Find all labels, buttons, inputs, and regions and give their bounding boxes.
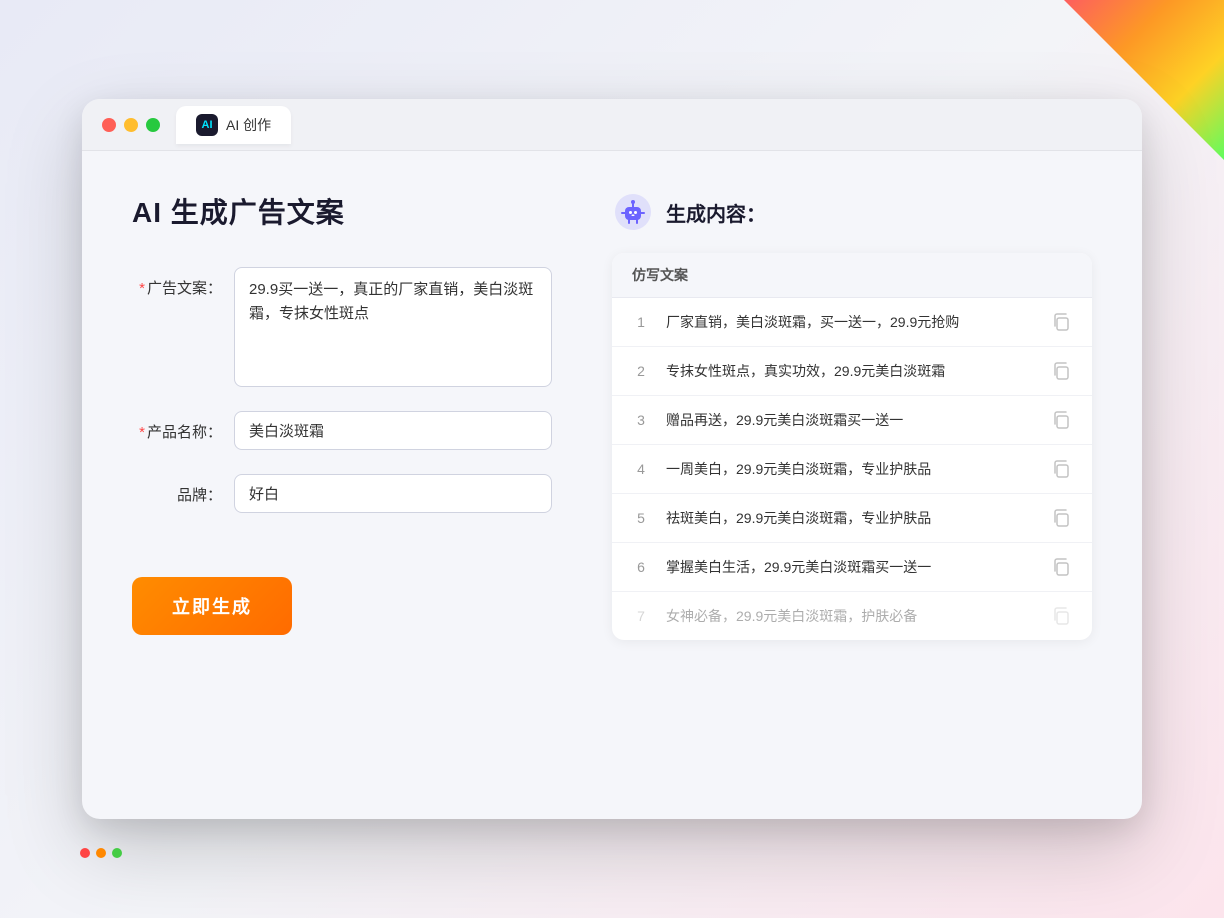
copy-icon[interactable] (1050, 556, 1072, 578)
row-text: 女神必备，29.9元美白淡斑霜，护肤必备 (666, 606, 1034, 627)
ad-copy-textarea[interactable] (234, 267, 552, 387)
result-row[interactable]: 4 一周美白，29.9元美白淡斑霜，专业护肤品 (612, 445, 1092, 494)
tab-label: AI 创作 (226, 115, 271, 135)
result-rows-container: 1 厂家直销，美白淡斑霜，买一送一，29.9元抢购 2 专抹女性斑点，真实功效，29… (612, 298, 1092, 640)
browser-window: AI AI 创作 AI 生成广告文案 *广告文案： *产品名称： (82, 99, 1142, 819)
required-star-2: * (139, 424, 145, 441)
product-name-label: *产品名称： (132, 411, 222, 442)
result-row[interactable]: 1 厂家直销，美白淡斑霜，买一送一，29.9元抢购 (612, 298, 1092, 347)
row-text: 厂家直销，美白淡斑霜，买一送一，29.9元抢购 (666, 312, 1034, 333)
copy-icon[interactable] (1050, 360, 1072, 382)
row-text: 专抹女性斑点，真实功效，29.9元美白淡斑霜 (666, 361, 1034, 382)
product-name-input[interactable] (234, 411, 552, 450)
row-text: 祛斑美白，29.9元美白淡斑霜，专业护肤品 (666, 508, 1034, 529)
result-title: 生成内容： (666, 198, 766, 227)
brand-input[interactable] (234, 474, 552, 513)
dot-red (80, 848, 90, 858)
product-name-group: *产品名称： (132, 411, 552, 450)
row-number: 5 (632, 510, 650, 526)
ad-copy-group: *广告文案： (132, 267, 552, 387)
maximize-button[interactable] (146, 118, 160, 132)
result-row[interactable]: 3 赠品再送，29.9元美白淡斑霜买一送一 (612, 396, 1092, 445)
result-table: 仿写文案 1 厂家直销，美白淡斑霜，买一送一，29.9元抢购 2 专抹女性斑点，真实… (612, 253, 1092, 640)
copy-icon[interactable] (1050, 311, 1072, 333)
row-number: 7 (632, 608, 650, 624)
row-text: 掌握美白生活，29.9元美白淡斑霜买一送一 (666, 557, 1034, 578)
result-row[interactable]: 2 专抹女性斑点，真实功效，29.9元美白淡斑霜 (612, 347, 1092, 396)
row-text: 一周美白，29.9元美白淡斑霜，专业护肤品 (666, 459, 1034, 480)
brand-group: 品牌： (132, 474, 552, 513)
ai-tab-icon: AI (196, 114, 218, 136)
result-row[interactable]: 5 祛斑美白，29.9元美白淡斑霜，专业护肤品 (612, 494, 1092, 543)
corner-decoration-bl (80, 848, 122, 858)
left-panel: AI 生成广告文案 *广告文案： *产品名称： 品牌： 立 (132, 191, 552, 761)
right-panel: 生成内容： 仿写文案 1 厂家直销，美白淡斑霜，买一送一，29.9元抢购 2 专抹女… (612, 191, 1092, 761)
generate-button[interactable]: 立即生成 (132, 577, 292, 635)
result-row[interactable]: 6 掌握美白生活，29.9元美白淡斑霜买一送一 (612, 543, 1092, 592)
row-number: 1 (632, 314, 650, 330)
window-controls (102, 118, 160, 132)
result-header: 生成内容： (612, 191, 1092, 233)
required-star-1: * (139, 280, 145, 297)
row-number: 4 (632, 461, 650, 477)
robot-icon (612, 191, 654, 233)
copy-icon[interactable] (1050, 507, 1072, 529)
ad-copy-label: *广告文案： (132, 267, 222, 298)
row-number: 2 (632, 363, 650, 379)
row-number: 6 (632, 559, 650, 575)
close-button[interactable] (102, 118, 116, 132)
row-number: 3 (632, 412, 650, 428)
row-text: 赠品再送，29.9元美白淡斑霜买一送一 (666, 410, 1034, 431)
copy-icon[interactable] (1050, 409, 1072, 431)
minimize-button[interactable] (124, 118, 138, 132)
copy-icon[interactable] (1050, 458, 1072, 480)
main-content: AI 生成广告文案 *广告文案： *产品名称： 品牌： 立 (82, 151, 1142, 801)
dot-green (112, 848, 122, 858)
page-title: AI 生成广告文案 (132, 191, 552, 231)
dot-orange (96, 848, 106, 858)
table-header: 仿写文案 (612, 253, 1092, 298)
result-row[interactable]: 7 女神必备，29.9元美白淡斑霜，护肤必备 (612, 592, 1092, 640)
copy-icon[interactable] (1050, 605, 1072, 627)
title-bar: AI AI 创作 (82, 99, 1142, 151)
brand-label: 品牌： (132, 474, 222, 505)
ai-tab[interactable]: AI AI 创作 (176, 106, 291, 144)
